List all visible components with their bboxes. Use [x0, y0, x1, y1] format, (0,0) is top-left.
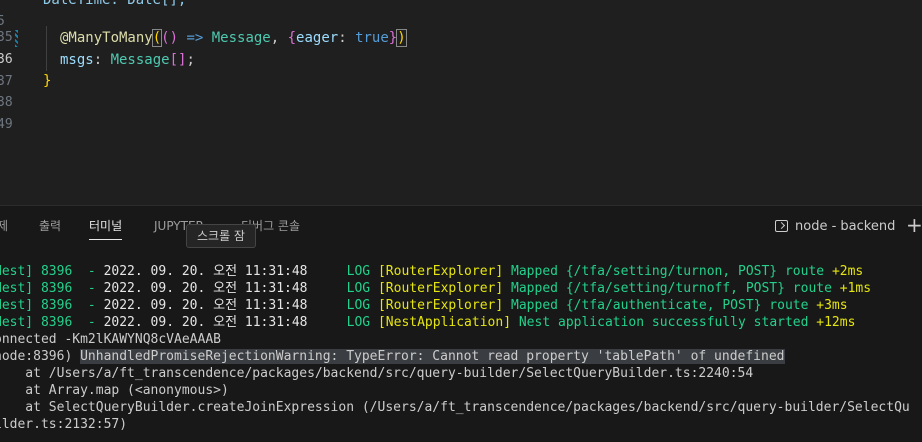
arrow: => [178, 30, 212, 46]
code-line-active[interactable]: 36 @ManyToMany(() => Message, {eager: tr… [0, 28, 922, 67]
stack-line: at /Users/a/ft_transcendence/packages/ba… [0, 366, 754, 381]
code-text: msgs: Message[]; [60, 50, 195, 71]
property-name: msgs [60, 52, 94, 68]
log-context: [RouterExplorer] [377, 298, 504, 313]
closing-brace: } [43, 73, 52, 89]
terminal-selector[interactable]: node - backend [775, 216, 895, 236]
log-prefix: Nest] 8396 - [0, 281, 104, 296]
log-time: 2022. 09. 20. 오전 11:31:48 [103, 315, 308, 330]
log-prefix: Nest] 8396 - [0, 315, 104, 330]
log-context: [RouterExplorer] [377, 281, 504, 296]
log-time: 2022. 09. 20. 오전 11:31:48 [103, 264, 308, 279]
option-key: eager [296, 30, 339, 46]
type-name: Message [211, 30, 271, 46]
log-row: Nest] 8396 - 2022. 09. 20. 오전 11:31:48 L… [0, 314, 855, 331]
stack-line: at SelectQueryBuilder.createJoinExpressi… [0, 400, 910, 415]
tab-terminal[interactable]: 터미널 [89, 206, 123, 246]
log-level: LOG [346, 264, 371, 279]
stack-line: ilder.ts:2132:57) [0, 417, 128, 432]
colon: : [338, 30, 356, 46]
error-prefix: node:8396) [0, 349, 81, 364]
log-message: Mapped {/tfa/setting/turnon, POST} route [511, 264, 825, 279]
decorator: @ManyToMany [60, 30, 153, 46]
code-text: @ManyToMany(() => Message, {eager: true}… [60, 28, 407, 49]
code-line[interactable]: 49 [0, 93, 922, 132]
semicolon: ; [186, 52, 195, 68]
code-editor[interactable]: 5 DateTime: Date[]; 35 36 @ManyToMany(()… [0, 0, 922, 205]
modified-line-indicator [15, 30, 18, 47]
log-message: Mapped {/tfa/authenticate, POST} route [511, 298, 809, 313]
log-prefix: Nest] 8396 - [0, 264, 104, 279]
terminal-output[interactable]: Nest] 8396 - 2022. 09. 20. 오전 11:31:48 L… [0, 263, 922, 442]
tab-output[interactable]: 출력 [39, 206, 61, 246]
log-time: 2022. 09. 20. 오전 11:31:48 [103, 298, 308, 313]
log-ms: +2ms [831, 264, 864, 279]
line-number: 49 [0, 117, 13, 132]
log-ms: +1ms [839, 281, 872, 296]
log-row: Nest] 8396 - 2022. 09. 20. 오전 11:31:48 L… [0, 280, 871, 297]
log-level: LOG [346, 298, 371, 313]
log-message: Nest application successfully started [518, 315, 809, 330]
brace: } [388, 30, 398, 46]
log-ms: +12ms [816, 315, 856, 330]
arrow-params: () [161, 30, 179, 46]
bracket: ) [396, 29, 407, 47]
option-value: true [355, 30, 389, 46]
error-text: UnhandledPromiseRejectionWarning: TypeEr… [80, 349, 785, 364]
new-terminal-button[interactable]: + [906, 214, 922, 236]
code-line[interactable]: 38 } [0, 71, 922, 110]
terminal-icon [775, 220, 788, 232]
scroll-lock-tooltip: 스크롤 잠 [186, 224, 256, 248]
error-line: node:8396) UnhandledPromiseRejectionWarn… [0, 348, 785, 365]
tab-problems[interactable]: 제 [0, 206, 8, 246]
log-message: Mapped {/tfa/setting/turnoff, POST} rout… [511, 281, 832, 296]
log-level: LOG [346, 315, 371, 330]
code-line[interactable]: 37 msgs: Message[]; [0, 50, 922, 89]
terminal-name: node - backend [795, 218, 896, 234]
log-prefix: Nest] 8396 - [0, 298, 104, 313]
log-row: Nest] 8396 - 2022. 09. 20. 오전 11:31:48 L… [0, 297, 848, 314]
code-line[interactable]: 35 [0, 6, 922, 45]
log-time: 2022. 09. 20. 오전 11:31:48 [103, 281, 308, 296]
bottom-panel: 제 출력 터미널 JUPYTER 디버그 콘솔 node - backend +… [0, 205, 922, 442]
log-context: [NestApplication] [377, 315, 512, 330]
array-brackets: [] [169, 52, 187, 68]
colon: : [93, 52, 111, 68]
bracket: ( [151, 29, 163, 47]
comma: , [270, 30, 288, 46]
brace: { [287, 30, 297, 46]
log-level: LOG [346, 281, 371, 296]
log-row: Nest] 8396 - 2022. 09. 20. 오전 11:31:48 L… [0, 263, 863, 280]
panel-tabs: 제 출력 터미널 JUPYTER 디버그 콘솔 node - backend + [0, 206, 922, 246]
connected-line: onnected -Km2lKAWYNQ8cVAeAAAB [0, 332, 221, 347]
stack-line: at Array.map (<anonymous>) [0, 383, 229, 398]
log-context: [RouterExplorer] [377, 264, 504, 279]
log-ms: +3ms [816, 298, 848, 313]
type-name: Message [110, 52, 170, 68]
